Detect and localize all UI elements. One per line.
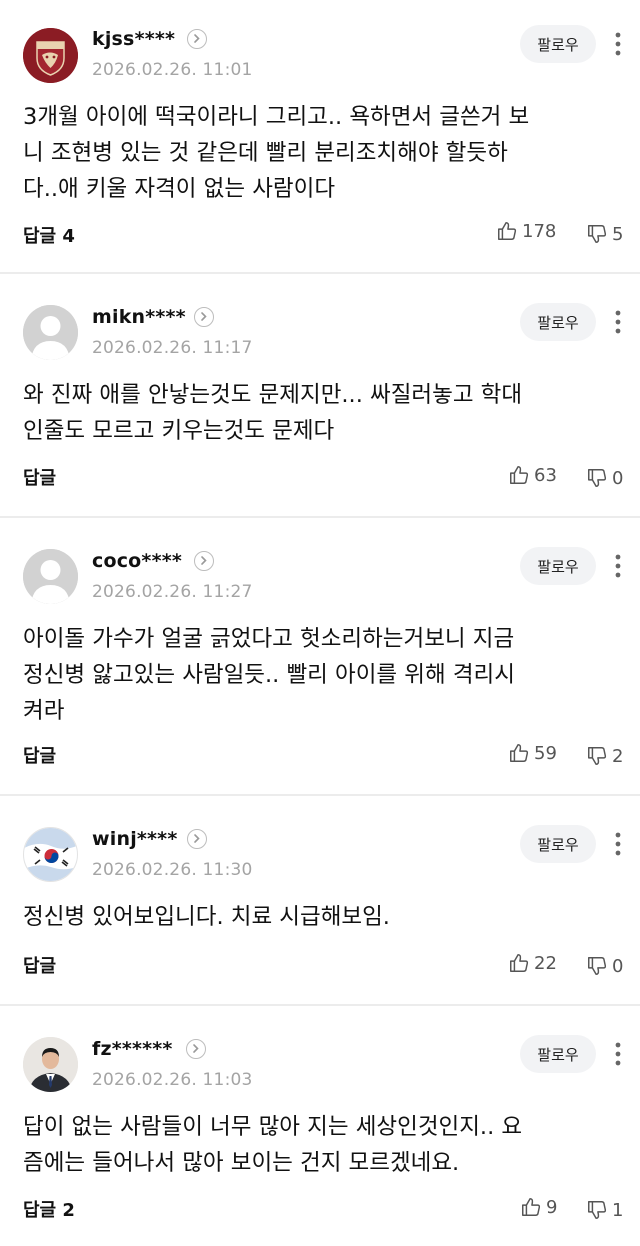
like-count: 59	[534, 742, 557, 764]
thumbs-down-icon	[588, 1201, 607, 1219]
comment-line: 니 조현병 있는 것 같은데 빨리 분리조치해야 할듯하	[23, 140, 508, 166]
like-count: 178	[522, 220, 557, 242]
dislike-count: 5	[612, 223, 624, 245]
comment-line: 켜라	[23, 698, 65, 724]
like-button[interactable]: 59	[508, 740, 557, 766]
comment-line: 인줄도 모르고 키우는것도 문제다	[23, 418, 335, 444]
comment-item: winj**** 2026.02.26. 11:30 팔로우 정신병 있어보입니…	[0, 796, 640, 1004]
thumbs-down-icon	[588, 225, 607, 243]
comment-body: 정신병 있어보입니다. 치료 시급해보임.	[23, 899, 613, 935]
dislike-button[interactable]: 2	[586, 743, 623, 769]
chevron-right-icon[interactable]	[187, 829, 207, 849]
dislike-count: 2	[612, 745, 624, 767]
dislike-button[interactable]: 5	[586, 221, 623, 247]
comment-line: 3개월 아이에 떡국이라니 그리고.. 욕하면서 글쓴거 보	[23, 104, 530, 130]
follow-button[interactable]: 팔로우	[520, 1035, 596, 1073]
comment-line: 답이 없는 사람들이 너무 많아 지는 세상인것인지.. 요	[23, 1114, 523, 1140]
follow-button[interactable]: 팔로우	[520, 25, 596, 63]
chevron-right-icon[interactable]	[194, 307, 214, 327]
avatar[interactable]	[23, 827, 78, 882]
avatar[interactable]	[23, 28, 78, 83]
like-button[interactable]: 63	[508, 462, 557, 488]
comment-line: 다..애 키울 자격이 없는 사람이다	[23, 176, 336, 202]
dislike-count: 0	[612, 467, 624, 489]
dislike-count: 0	[612, 955, 624, 977]
more-vertical-icon[interactable]	[612, 552, 624, 580]
dislike-count: 1	[612, 1199, 624, 1221]
comment-item: kjss**** 2026.02.26. 11:01 팔로우 3개월 아이에 떡…	[0, 0, 640, 272]
reply-button[interactable]: 답글 4	[23, 222, 75, 248]
dislike-button[interactable]: 0	[586, 465, 623, 491]
more-vertical-icon[interactable]	[612, 30, 624, 58]
user-icon	[23, 549, 78, 604]
timestamp: 2026.02.26. 11:30	[92, 860, 253, 880]
follow-button[interactable]: 팔로우	[520, 825, 596, 863]
thumbs-down-icon	[588, 957, 607, 975]
comment-line: 와 진짜 애를 안낳는것도 문제지만... 싸질러놓고 학대	[23, 382, 523, 408]
korea-tiger-emblem-icon	[23, 28, 78, 83]
thumbs-down-icon	[588, 747, 607, 765]
timestamp: 2026.02.26. 11:17	[92, 338, 253, 358]
thumbs-up-icon	[510, 744, 529, 762]
comment-item: mikn**** 2026.02.26. 11:17 팔로우 와 진짜 애를 안…	[0, 274, 640, 516]
reply-button[interactable]: 답글 2	[23, 1196, 75, 1222]
timestamp: 2026.02.26. 11:03	[92, 1070, 253, 1090]
person-photo-icon	[23, 1037, 78, 1092]
like-count: 63	[534, 464, 557, 486]
dislike-button[interactable]: 0	[586, 953, 623, 979]
username[interactable]: mikn****	[92, 306, 186, 328]
comment-body: 와 진짜 애를 안낳는것도 문제지만... 싸질러놓고 학대 인줄도 모르고 키…	[23, 377, 613, 449]
comment-list: kjss**** 2026.02.26. 11:01 팔로우 3개월 아이에 떡…	[0, 0, 640, 1246]
comment-line: 아이돌 가수가 얼굴 긁었다고 헛소리하는거보니 지금	[23, 626, 515, 652]
chevron-right-icon[interactable]	[187, 29, 207, 49]
like-button[interactable]: 178	[496, 218, 556, 244]
thumbs-up-icon	[522, 1198, 541, 1216]
username[interactable]: kjss****	[92, 28, 175, 50]
comment-item: coco**** 2026.02.26. 11:27 팔로우 아이돌 가수가 얼…	[0, 518, 640, 794]
comment-line: 즘에는 들어나서 많아 보이는 건지 모르겠네요.	[23, 1150, 460, 1176]
avatar[interactable]	[23, 1037, 78, 1092]
follow-button[interactable]: 팔로우	[520, 303, 596, 341]
user-icon	[23, 305, 78, 360]
like-count: 9	[546, 1196, 558, 1218]
comment-line: 정신병 앓고있는 사람일듯.. 빨리 아이를 위해 격리시	[23, 662, 515, 688]
timestamp: 2026.02.26. 11:27	[92, 582, 253, 602]
chevron-right-icon[interactable]	[186, 1039, 206, 1059]
avatar[interactable]	[23, 549, 78, 604]
like-button[interactable]: 22	[508, 950, 557, 976]
thumbs-up-icon	[510, 954, 529, 972]
thumbs-up-icon	[498, 222, 517, 240]
more-vertical-icon[interactable]	[612, 830, 624, 858]
username[interactable]: fz******	[92, 1038, 173, 1060]
chevron-right-icon[interactable]	[194, 551, 214, 571]
reply-button[interactable]: 답글	[23, 742, 56, 768]
comment-body: 답이 없는 사람들이 너무 많아 지는 세상인것인지.. 요 즘에는 들어나서 …	[23, 1109, 613, 1181]
username[interactable]: winj****	[92, 828, 177, 850]
more-vertical-icon[interactable]	[612, 308, 624, 336]
like-count: 22	[534, 952, 557, 974]
reply-button[interactable]: 답글	[23, 952, 56, 978]
dislike-button[interactable]: 1	[586, 1197, 623, 1223]
more-vertical-icon[interactable]	[612, 1040, 624, 1068]
comment-item: fz****** 2026.02.26. 11:03 팔로우 답이 없는 사람들…	[0, 1006, 640, 1246]
follow-button[interactable]: 팔로우	[520, 547, 596, 585]
comment-line: 정신병 있어보입니다. 치료 시급해보임.	[23, 904, 390, 930]
thumbs-up-icon	[510, 466, 529, 484]
comment-body: 3개월 아이에 떡국이라니 그리고.. 욕하면서 글쓴거 보 니 조현병 있는 …	[23, 99, 613, 207]
like-button[interactable]: 9	[520, 1194, 557, 1220]
reply-button[interactable]: 답글	[23, 464, 56, 490]
korean-flag-icon	[24, 828, 77, 881]
timestamp: 2026.02.26. 11:01	[92, 60, 253, 80]
comment-body: 아이돌 가수가 얼굴 긁었다고 헛소리하는거보니 지금 정신병 앓고있는 사람일…	[23, 621, 613, 729]
avatar[interactable]	[23, 305, 78, 360]
username[interactable]: coco****	[92, 550, 182, 572]
thumbs-down-icon	[588, 469, 607, 487]
